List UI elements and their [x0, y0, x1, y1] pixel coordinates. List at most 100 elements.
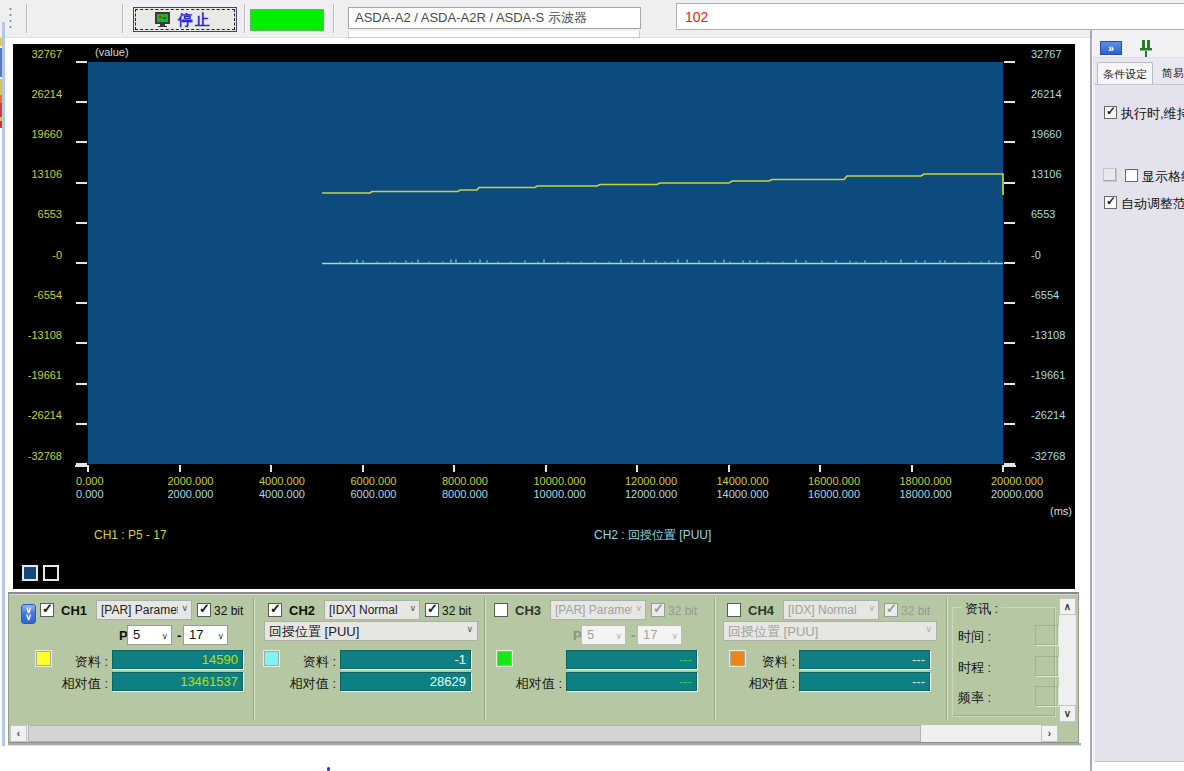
chevron-down-icon: ∨	[217, 628, 224, 645]
status-code-field[interactable]: 102	[676, 3, 1184, 30]
stop-button[interactable]: 停止	[133, 7, 237, 32]
settings-side-panel: » 条件设定简易设定 ✓ 执行时,维持显示格线 ✓ 自动调整范围	[1093, 30, 1184, 762]
ch4-monitor-item-dropdown: 回授位置 [PUU]∨	[723, 621, 937, 641]
ch1-data-label: 资料 :	[58, 653, 108, 671]
vertical-scrollbar[interactable]	[1059, 598, 1076, 722]
grid-color-button[interactable]	[1103, 168, 1117, 182]
scroll-left-button[interactable]: ‹	[10, 725, 27, 742]
stop-button-label: 停止	[178, 11, 212, 30]
side-tab-0[interactable]: 条件设定	[1097, 62, 1153, 84]
scroll-right-button[interactable]: ›	[1041, 725, 1058, 742]
panel-divider[interactable]	[1090, 30, 1092, 771]
ch3-color-swatch[interactable]	[497, 651, 512, 666]
chevron-down-icon: ∨	[466, 624, 473, 634]
ch2-source-type-value: [IDX] Normal	[329, 602, 406, 618]
side-tab-1[interactable]: 简易设定	[1157, 62, 1184, 84]
ch4-32bit-label: 32 bit	[901, 604, 930, 618]
monitor-icon	[154, 11, 171, 28]
chevron-down-icon: ∨	[925, 624, 932, 634]
channel-separator	[484, 598, 485, 720]
page-selector-1[interactable]	[22, 565, 38, 581]
legend-ch1: CH1 : P5 - 17	[94, 528, 167, 542]
expand-panel-button[interactable]: »	[1100, 41, 1122, 55]
trace-ch1	[322, 174, 1003, 195]
checkmark-icon: ✓	[1106, 104, 1116, 118]
ch1-color-swatch[interactable]	[36, 651, 51, 666]
checkmark-icon: ✓	[270, 601, 281, 616]
horizontal-scroll-thumb[interactable]	[28, 725, 921, 742]
ch3-relative-value: ---	[566, 672, 697, 691]
side-check-label-2: 自动调整范围	[1121, 195, 1184, 213]
info-frequency-field	[1035, 686, 1058, 706]
ch1-data-value: 14590	[112, 650, 243, 669]
waveform-traces	[13, 44, 1075, 589]
screen-edge-line	[2, 22, 5, 746]
ch2-enable-checkbox[interactable]: ✓	[268, 603, 282, 617]
chevron-down-icon: ∨	[671, 628, 678, 645]
ch3-name-label: CH3	[515, 603, 541, 618]
ch1-param-group-combo[interactable]: 5∨	[127, 625, 172, 645]
ch1-source-type-dropdown[interactable]: [PAR] Parameter∨	[96, 600, 192, 620]
side-checkbox-2[interactable]: ✓	[1104, 196, 1117, 209]
ch1-relative-label: 相对值 :	[48, 675, 108, 693]
page-selector-2[interactable]	[43, 565, 59, 581]
info-frequency-label: 频率 :	[958, 689, 991, 707]
ch4-color-swatch[interactable]	[730, 651, 745, 666]
side-checkbox-0[interactable]: ✓	[1104, 106, 1117, 119]
ch1-32bit-label: 32 bit	[214, 604, 243, 618]
status-code-value: 102	[685, 9, 708, 25]
chevron-down-icon: ∨	[615, 628, 622, 645]
scroll-down-button[interactable]: ∨	[1059, 705, 1076, 722]
ch2-source-type-dropdown[interactable]: [IDX] Normal∨	[324, 600, 420, 620]
side-panel-body: ✓ 执行时,维持显示格线 ✓ 自动调整范围	[1093, 84, 1184, 762]
ch2-color-swatch[interactable]	[264, 651, 279, 666]
ch2-monitor-item-value: 回授位置 [PUU]	[269, 623, 464, 640]
ch3-data-value: ---	[566, 650, 697, 669]
collapse-panel-button[interactable]: ∨∨	[21, 604, 36, 624]
checkmark-icon: ✓	[886, 601, 897, 616]
ch1-param-number-combo[interactable]: 17∨	[183, 625, 228, 645]
ch2-relative-label: 相对值 :	[276, 675, 336, 693]
checkmark-icon: ✓	[42, 601, 53, 616]
chevron-down-icon: ∨	[181, 603, 188, 613]
checkmark-icon: ✓	[427, 601, 438, 616]
toolbar-separator	[333, 4, 334, 33]
legend-ch2: CH2 : 回授位置 [PUU]	[594, 527, 711, 544]
ch2-32bit-label: 32 bit	[442, 604, 471, 618]
device-field-lower-edge	[348, 31, 640, 38]
ch1-enable-checkbox[interactable]: ✓	[40, 603, 54, 617]
device-title-field[interactable]: ASDA-A2 / ASDA-A2R / ASDA-S 示波器	[348, 7, 641, 29]
toolbar-grip[interactable]	[9, 6, 12, 31]
ch4-source-type-value: [IDX] Normal	[788, 602, 865, 618]
info-time-field	[1035, 625, 1058, 645]
side-panel-tabs: 条件设定简易设定	[1093, 58, 1184, 84]
chevron-down-icon: ∨	[868, 603, 875, 613]
chevron-down-icon: ∨	[635, 603, 642, 613]
x-axis-unit-label: (ms)	[1050, 505, 1072, 517]
ch3-p-dash: -	[631, 628, 635, 643]
toolbar-separator	[244, 4, 245, 33]
side-check-label-1: 显示格线	[1142, 168, 1184, 186]
checkmark-icon: ✓	[653, 601, 664, 616]
channel-settings-panel: ∨∨ ✓CH1[PAR] Parameter∨✓32 bitP5∨-17∨资料 …	[8, 592, 1079, 743]
side-checkbox-1[interactable]	[1125, 169, 1138, 182]
ch4-relative-value: ---	[799, 672, 930, 691]
ch1-32bit-checkbox[interactable]: ✓	[197, 603, 211, 617]
ch3-param-group-combo: 5∨	[581, 625, 626, 645]
ch2-32bit-checkbox[interactable]: ✓	[425, 603, 439, 617]
info-time-label: 时间 :	[958, 628, 991, 646]
scroll-up-button[interactable]: ∧	[1059, 598, 1076, 615]
ch3-enable-checkbox[interactable]	[494, 603, 508, 617]
ch4-enable-checkbox[interactable]	[727, 603, 741, 617]
info-title: 资讯 :	[962, 600, 1001, 618]
ch2-name-label: CH2	[289, 603, 315, 618]
ch2-monitor-item-dropdown[interactable]: 回授位置 [PUU]∨	[264, 621, 478, 641]
pin-icon[interactable]	[1138, 39, 1154, 58]
ch4-monitor-item-value: 回授位置 [PUU]	[728, 623, 923, 640]
ch3-32bit-checkbox: ✓	[651, 603, 665, 617]
ch3-32bit-label: 32 bit	[668, 604, 697, 618]
channel-separator	[714, 598, 715, 720]
side-check-label-0: 执行时,维持	[1121, 105, 1184, 123]
ch2-data-value: -1	[340, 650, 471, 669]
ch4-relative-label: 相对值 :	[735, 675, 795, 693]
